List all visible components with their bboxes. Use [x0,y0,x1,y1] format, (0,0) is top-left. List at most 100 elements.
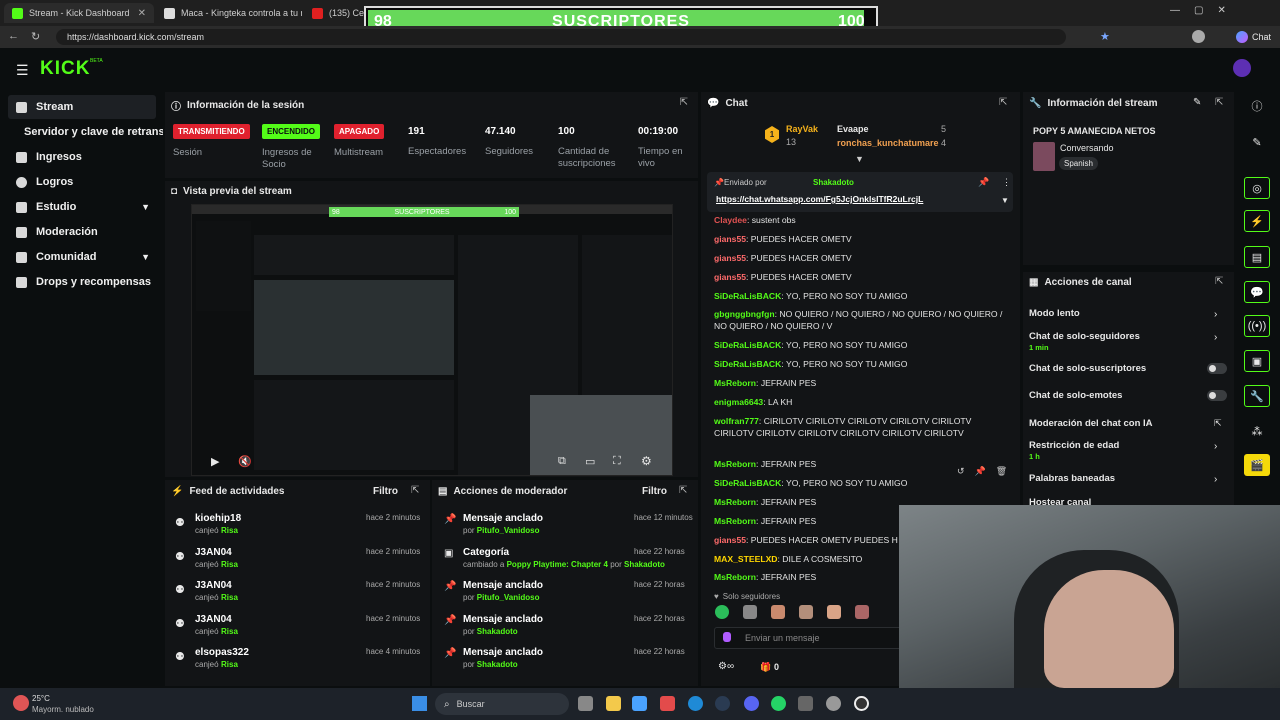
channel-action-item[interactable]: Chat de solo-suscriptores [1029,363,1227,385]
whatsapp-icon[interactable] [771,696,786,711]
unpin-icon[interactable]: 📌 [978,177,989,188]
chat-username[interactable]: gbgnggbngfgn [714,309,775,319]
sidebar-item-studio[interactable]: Estudio ▼ [8,195,156,219]
sidebar-item-income[interactable]: Ingresos [8,145,156,169]
copilot-button[interactable]: Chat [1236,29,1271,45]
chat-rail-icon[interactable]: 💬 [1244,281,1270,303]
clip-rail-icon[interactable]: 🎬 [1244,454,1270,476]
chat-username[interactable]: MsReborn [714,459,756,469]
delete-icon[interactable]: 🗑 [996,466,1007,482]
channel-action-item[interactable]: Palabras baneadas › [1029,473,1227,495]
chat-username[interactable]: gians55 [714,535,746,545]
url-field[interactable]: https://dashboard.kick.com/stream [56,29,1066,45]
sidebar-item-moderation[interactable]: Moderación [8,220,156,244]
wrench-rail-icon[interactable]: 🔧 [1244,385,1270,407]
community-rail-icon[interactable]: ⁂ [1244,420,1270,442]
channel-action-item[interactable]: Moderación del chat con IA ⇱ [1029,418,1227,440]
sidebar-item-community[interactable]: Comunidad ▼ [8,245,156,269]
chevron-right-icon[interactable]: › [1214,474,1217,485]
info-rail-icon[interactable]: ⓘ [1244,95,1270,117]
hamburger-menu-icon[interactable]: ☰ [16,62,29,79]
chat-username[interactable]: wolfran777 [714,416,759,426]
emote-icon[interactable] [827,605,841,619]
document-rail-icon[interactable]: ▤ [1244,246,1270,268]
feed-username[interactable]: elsopas322 [195,647,249,658]
bolt-rail-icon[interactable]: ⚡ [1244,210,1270,232]
mod-detail-target[interactable]: Pitufo_Vanidoso [477,593,540,602]
chat-username[interactable]: gians55 [714,253,746,263]
popout-icon[interactable]: ⇱ [680,97,688,108]
gifter-name[interactable]: ronchas_kunchatumare [837,138,939,148]
discord-icon[interactable] [744,696,759,711]
emote-icon[interactable] [743,605,757,619]
channel-action-item[interactable]: Chat de solo-emotes [1029,390,1227,412]
back-icon[interactable]: ← [8,30,19,42]
pinned-author[interactable]: Shakadoto [813,178,854,187]
pin-message-icon[interactable]: 📌 [975,466,986,482]
copilot-app-icon[interactable] [632,696,647,711]
channel-action-item[interactable]: Modo lento › [1029,308,1227,330]
chat-username[interactable]: MsReborn [714,497,756,507]
channel-action-item[interactable]: Chat de solo-seguidores 1 min › [1029,331,1227,353]
steam-icon[interactable] [715,696,730,711]
expand-gifters-icon[interactable]: ▼ [855,154,864,164]
sidebar-item-achievements[interactable]: Logros [8,170,156,194]
favorite-star-icon[interactable]: ★ [1100,30,1110,43]
window-controls[interactable]: —▢✕ [1170,5,1240,16]
more-options-icon[interactable]: ⋮ [1002,177,1011,188]
windows-start-icon[interactable] [412,696,427,711]
chat-username[interactable]: SiDeRaLisBACK [714,359,781,369]
mod-detail-actor[interactable]: Shakadoto [624,560,665,569]
chat-username[interactable]: MsReborn [714,572,756,582]
settings-gear-icon[interactable]: ⚙ [641,454,652,468]
chat-identity-icon[interactable] [723,632,731,642]
toggle-switch[interactable] [1207,390,1227,401]
broadcast-rail-icon[interactable]: ((•)) [1244,315,1270,337]
emote-icon[interactable] [771,605,785,619]
close-tab-icon[interactable]: ✕ [138,8,146,19]
chat-username[interactable]: SiDeRaLisBACK [714,340,781,350]
stream-category[interactable]: Conversando [1060,143,1114,153]
fullscreen-icon[interactable]: ⛶ [613,455,621,468]
kick-logo[interactable]: KICK [40,58,90,80]
tab-maca[interactable]: Maca - Kingteka controla a tu mu ✕ [156,3,302,23]
edit-rail-icon[interactable]: ✎ [1244,131,1270,153]
sidebar-item-stream[interactable]: Stream [8,95,156,119]
chat-username[interactable]: gians55 [714,272,746,282]
mod-detail-target[interactable]: Pitufo_Vanidoso [477,526,540,535]
mute-icon[interactable]: 🔇 [238,455,252,468]
chat-username[interactable]: SiDeRaLisBACK [714,478,781,488]
user-avatar[interactable] [1233,59,1251,77]
settings-infinity-icon[interactable]: ⚙∞ [718,661,734,672]
reply-icon[interactable]: ↺ [957,466,965,482]
reload-icon[interactable]: ↻ [31,30,40,43]
popout-icon[interactable]: ⇱ [1215,97,1223,108]
sidebar-item-drops[interactable]: Drops y recompensas [8,270,156,294]
settings-app-icon[interactable] [826,696,841,711]
gifter-name[interactable]: Evaape [837,124,869,134]
feed-username[interactable]: J3AN04 [195,580,232,591]
stream-video[interactable]: 98 SUSCRIPTORES 100 [191,204,673,476]
weather-icon[interactable] [13,695,29,711]
file-explorer-icon[interactable] [606,696,621,711]
pip-icon[interactable]: ⧉ [558,455,566,468]
pinned-link[interactable]: https://chat.whatsapp.com/Fg5JcjOnklsITf… [716,194,923,204]
profile-avatar-icon[interactable] [1192,30,1205,43]
toggle-switch[interactable] [1207,363,1227,374]
popout-icon[interactable]: ⇱ [1215,276,1223,287]
mod-detail-target[interactable]: Shakadoto [477,627,518,636]
popout-icon[interactable]: ⇱ [679,485,687,496]
filter-button[interactable]: Filtro [642,486,667,497]
emote-icon[interactable] [799,605,813,619]
channel-action-item[interactable]: Restricción de edad 1 h › [1029,440,1227,462]
emote-icon[interactable] [855,605,869,619]
chat-input[interactable]: Enviar un mensaje [714,627,904,649]
filter-button[interactable]: Filtro [373,486,398,497]
sidebar-item-server-key[interactable]: Servidor y clave de retransm [16,120,163,144]
app-icon[interactable] [798,696,813,711]
panel-rail-icon[interactable]: ▣ [1244,350,1270,372]
popout-icon[interactable]: ⇱ [411,485,419,496]
chat-username[interactable]: MAX_STEELXD [714,554,778,564]
edit-pencil-icon[interactable]: ✎ [1193,97,1201,108]
chat-username[interactable]: SiDeRaLisBACK [714,291,781,301]
